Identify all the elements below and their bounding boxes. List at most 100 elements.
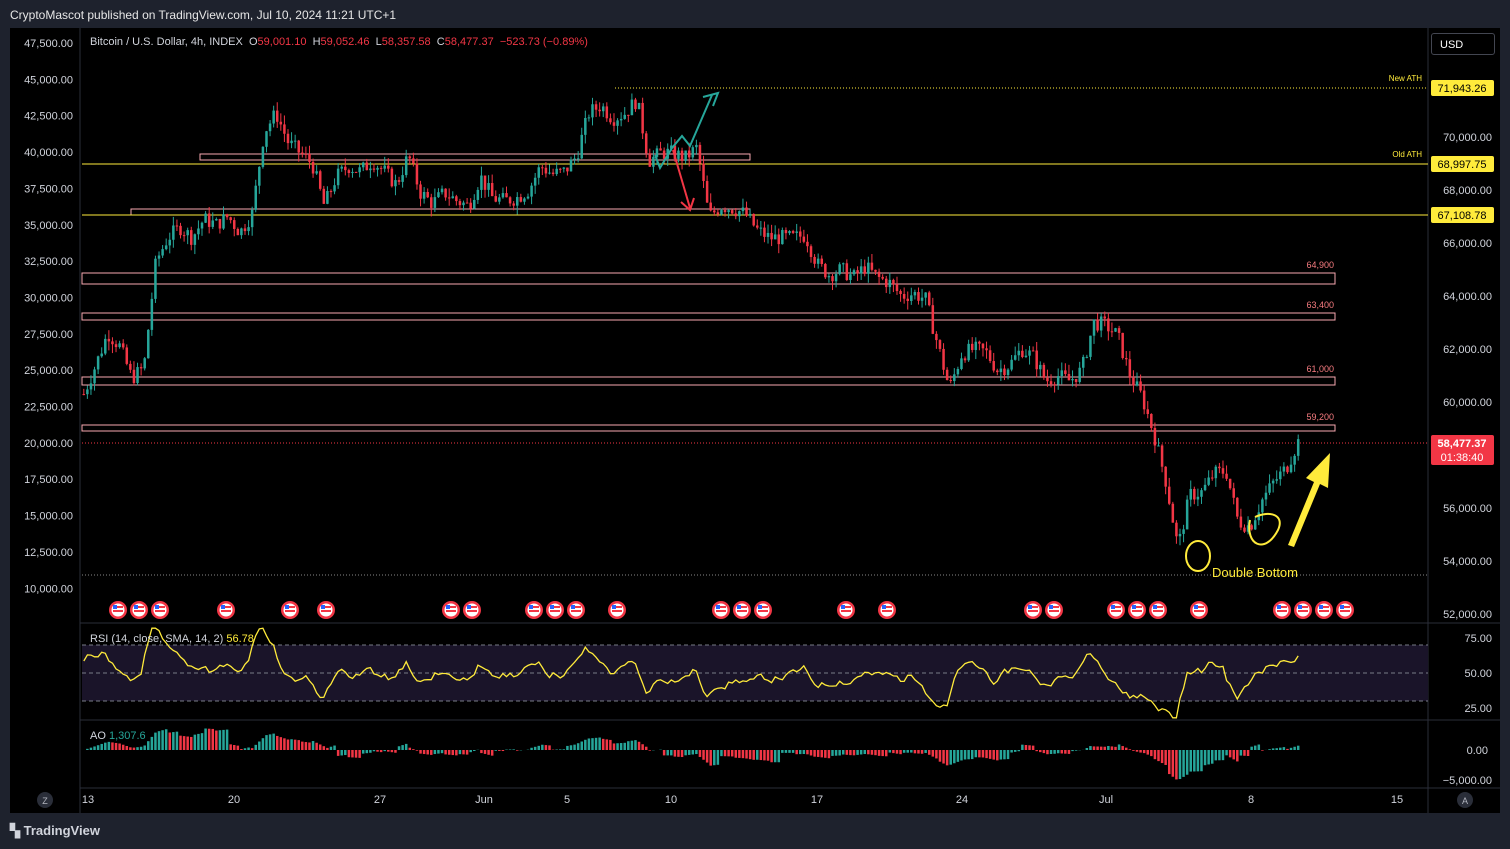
candle-body xyxy=(397,180,401,182)
candle-body xyxy=(1153,427,1157,446)
candle-body xyxy=(365,162,369,171)
candle-body xyxy=(347,170,351,173)
candle-body xyxy=(1035,350,1038,370)
left-axis-tick: 45,000.00 xyxy=(24,74,73,86)
candle-body xyxy=(193,234,197,245)
flag-stripe xyxy=(1111,610,1121,612)
ao-value: 1,307.6 xyxy=(108,730,146,742)
ao-axis-tick: 0.00 xyxy=(1467,745,1488,757)
level-price-value: 71,943.26 xyxy=(1438,83,1487,95)
flag-canton xyxy=(467,605,471,609)
candle-body xyxy=(344,166,347,171)
event-flag xyxy=(442,601,460,619)
candle-body xyxy=(852,270,856,275)
candle-body xyxy=(315,171,318,174)
currency-button[interactable]: USD xyxy=(1431,33,1495,55)
candle-body xyxy=(89,383,93,390)
candle-body xyxy=(229,217,232,221)
candle-body xyxy=(1139,381,1142,391)
event-flag xyxy=(733,601,751,619)
candle-body xyxy=(727,210,730,213)
candle-body xyxy=(981,343,985,349)
candle-body xyxy=(1286,466,1289,473)
candle-body xyxy=(935,333,938,341)
candle-body xyxy=(157,255,161,259)
candle-body xyxy=(612,122,616,126)
candle-body xyxy=(326,191,329,204)
candle-body xyxy=(551,172,555,175)
candle-body xyxy=(211,220,215,227)
candle-body xyxy=(261,146,265,167)
tradingview-logo[interactable]: ▚ TradingView xyxy=(10,823,100,839)
event-flag xyxy=(217,601,235,619)
candle-body xyxy=(390,168,394,187)
chart-svg[interactable]: 64,900 63,400 61,000 59,200 New ATH 71,943.2… xyxy=(0,0,1510,849)
candle-body xyxy=(942,348,945,370)
level-label: Old ATH xyxy=(1392,150,1422,159)
candle-body xyxy=(863,266,866,274)
time-axis-tick: 24 xyxy=(956,794,968,806)
right-axis-tick: 56,000.00 xyxy=(1443,503,1492,515)
candle-body xyxy=(616,120,619,126)
flag-stripe xyxy=(1194,610,1204,612)
resistance-zone xyxy=(81,272,1336,285)
candle-body xyxy=(870,262,874,270)
candle-body xyxy=(430,197,433,208)
candle-body xyxy=(376,167,379,170)
candle-body xyxy=(713,210,716,213)
candle-body xyxy=(619,118,623,121)
right-axis-tick: 70,000.00 xyxy=(1443,132,1492,144)
zoom-badge-label: Z xyxy=(42,796,48,806)
candle-body xyxy=(154,258,157,299)
candle-body xyxy=(394,180,397,187)
candle-body xyxy=(182,235,186,237)
candle-body xyxy=(580,134,583,159)
candle-body xyxy=(125,347,129,364)
left-axis-tick: 10,000.00 xyxy=(24,583,73,595)
candle-body xyxy=(677,150,680,159)
candle-body xyxy=(680,150,684,161)
candle-body xyxy=(902,294,906,299)
open-value: 59,001.10 xyxy=(257,36,307,48)
flag-canton xyxy=(737,605,741,609)
candle-body xyxy=(175,225,179,227)
candle-body xyxy=(104,338,107,354)
left-axis-tick: 12,500.00 xyxy=(24,547,73,559)
candle-body xyxy=(1196,496,1200,500)
zone-label: 59,200 xyxy=(1306,412,1334,422)
candle-body xyxy=(584,117,587,135)
candle-body xyxy=(652,156,655,167)
event-flag xyxy=(1024,601,1042,619)
candle-body xyxy=(1082,356,1085,368)
candle-body xyxy=(867,262,870,274)
annotations: Double Bottom xyxy=(654,91,1330,580)
candle-body xyxy=(1024,355,1028,357)
candle-body xyxy=(426,192,429,198)
flag-stripe xyxy=(737,610,747,612)
flag-canton xyxy=(1340,605,1344,609)
candle-body xyxy=(756,225,759,228)
candle-body xyxy=(354,171,358,173)
candle-body xyxy=(856,270,859,274)
flag-stripe xyxy=(1319,610,1329,612)
candle-body xyxy=(286,133,290,144)
candle-body xyxy=(1132,377,1135,386)
event-flag xyxy=(837,601,855,619)
candle-body xyxy=(992,361,995,371)
candle-body xyxy=(1221,468,1225,474)
candle-body xyxy=(469,202,472,209)
flag-canton xyxy=(841,605,845,609)
candle-body xyxy=(533,177,537,186)
candle-body xyxy=(627,114,630,116)
candle-body xyxy=(297,140,300,153)
candle-body xyxy=(455,196,458,202)
flag-canton xyxy=(1153,605,1157,609)
candle-body xyxy=(200,222,204,229)
flag-canton xyxy=(758,605,762,609)
flag-canton xyxy=(716,605,720,609)
zone-label: 64,900 xyxy=(1306,260,1334,270)
candle-body xyxy=(440,188,444,193)
candle-body xyxy=(684,150,687,161)
candle-body xyxy=(1039,364,1042,370)
candle-body xyxy=(1107,318,1110,332)
